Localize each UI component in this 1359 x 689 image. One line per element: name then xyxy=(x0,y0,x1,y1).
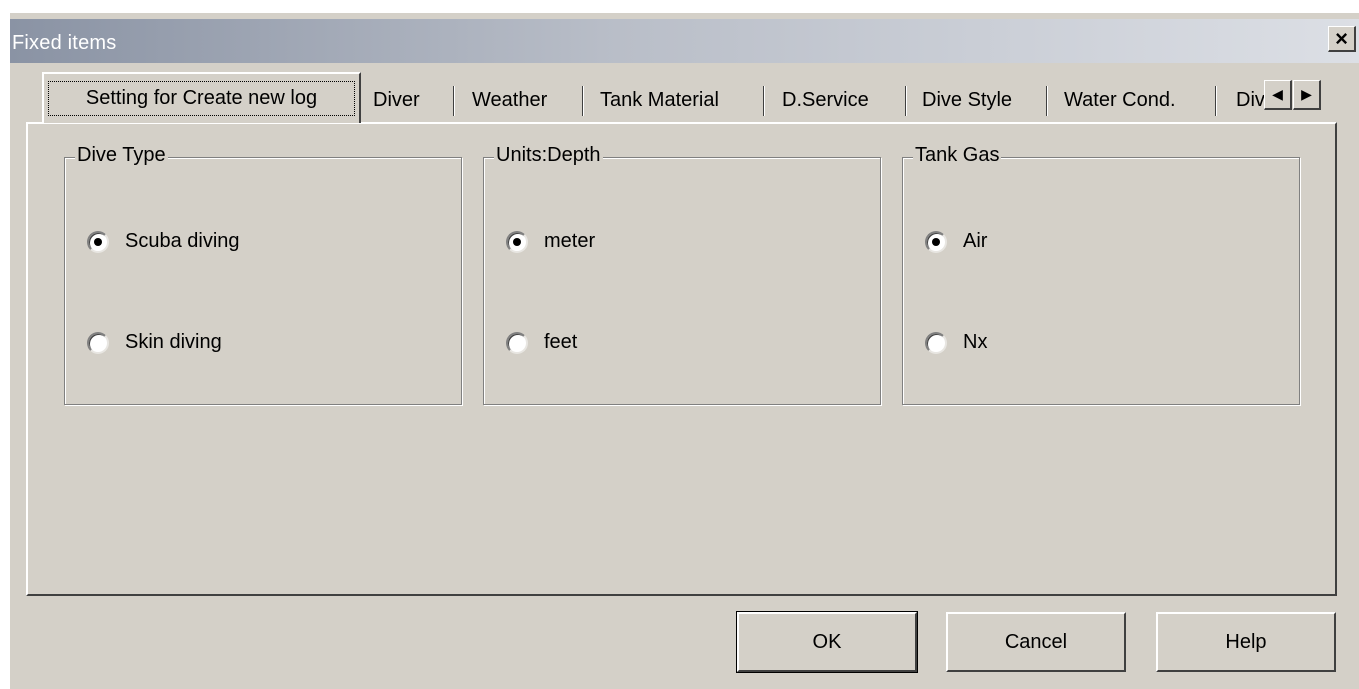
ok-label: OK xyxy=(812,630,842,653)
tab-d-service[interactable]: D.Service xyxy=(782,78,907,123)
tab-divider xyxy=(1215,86,1217,116)
tab-divider xyxy=(453,86,455,116)
tab-div-truncated[interactable]: Div xyxy=(1236,78,1266,123)
group-title: Tank Gas xyxy=(913,144,1002,167)
cancel-button[interactable]: Cancel xyxy=(946,612,1126,672)
radio-button-checked[interactable] xyxy=(87,230,109,253)
radio-skin-diving[interactable]: Skin diving xyxy=(87,331,222,354)
radio-air[interactable]: Air xyxy=(925,230,987,253)
tab-label: Weather xyxy=(472,89,548,111)
group-title: Dive Type xyxy=(75,144,168,167)
help-label: Help xyxy=(1225,630,1267,653)
radio-meter[interactable]: meter xyxy=(506,230,595,253)
radio-label: Scuba diving xyxy=(125,230,240,252)
tab-label: Diver xyxy=(373,89,420,111)
group-units-depth: Units:Depth meter feet xyxy=(483,144,881,405)
title-bar[interactable]: Fixed items xyxy=(10,19,1359,63)
radio-button-checked[interactable] xyxy=(506,230,528,253)
tab-divider xyxy=(905,86,907,116)
tab-setting-for-create-new-log[interactable]: Setting for Create new log xyxy=(42,72,361,123)
tab-diver[interactable]: Diver xyxy=(373,78,455,123)
tab-tank-material[interactable]: Tank Material xyxy=(600,78,765,123)
radio-feet[interactable]: feet xyxy=(506,331,577,354)
radio-label: Skin diving xyxy=(125,331,222,353)
tab-label: Tank Material xyxy=(600,89,719,111)
tab-weather[interactable]: Weather xyxy=(472,78,584,123)
radio-label: meter xyxy=(544,230,596,252)
tab-label: D.Service xyxy=(782,89,869,111)
tab-dive-style[interactable]: Dive Style xyxy=(922,78,1048,123)
radio-button[interactable] xyxy=(506,331,528,354)
tab-label: Dive Style xyxy=(922,89,1013,111)
tab-divider xyxy=(1046,86,1048,116)
radio-label: Air xyxy=(963,230,988,252)
tab-scroll-right-button[interactable]: ▶ xyxy=(1293,80,1321,110)
cancel-label: Cancel xyxy=(1004,630,1068,653)
close-icon: × xyxy=(1335,25,1348,51)
radio-button-checked[interactable] xyxy=(925,230,947,253)
radio-scuba-diving[interactable]: Scuba diving xyxy=(87,230,240,253)
tab-water-cond[interactable]: Water Cond. xyxy=(1064,78,1217,123)
arrow-right-icon: ▶ xyxy=(1301,86,1312,102)
tab-divider xyxy=(582,86,584,116)
radio-button[interactable] xyxy=(87,331,109,354)
tab-divider xyxy=(763,86,765,116)
group-dive-type: Dive Type Scuba diving Skin diving xyxy=(64,144,462,405)
radio-label: feet xyxy=(544,331,578,353)
tab-scroll-left-button[interactable]: ◀ xyxy=(1264,80,1292,110)
tab-label: Div xyxy=(1236,89,1265,111)
radio-nx[interactable]: Nx xyxy=(925,331,987,354)
ok-button[interactable]: OK xyxy=(736,611,918,673)
group-tank-gas: Tank Gas Air Nx xyxy=(902,144,1300,405)
radio-button[interactable] xyxy=(925,331,947,354)
close-button[interactable]: × xyxy=(1328,26,1356,52)
arrow-left-icon: ◀ xyxy=(1272,86,1283,102)
group-title: Units:Depth xyxy=(494,144,603,167)
radio-label: Nx xyxy=(963,331,988,353)
window-title: Fixed items xyxy=(12,32,117,54)
tab-label: Water Cond. xyxy=(1064,89,1176,111)
help-button[interactable]: Help xyxy=(1156,612,1336,672)
tab-focus-rect xyxy=(48,81,355,116)
